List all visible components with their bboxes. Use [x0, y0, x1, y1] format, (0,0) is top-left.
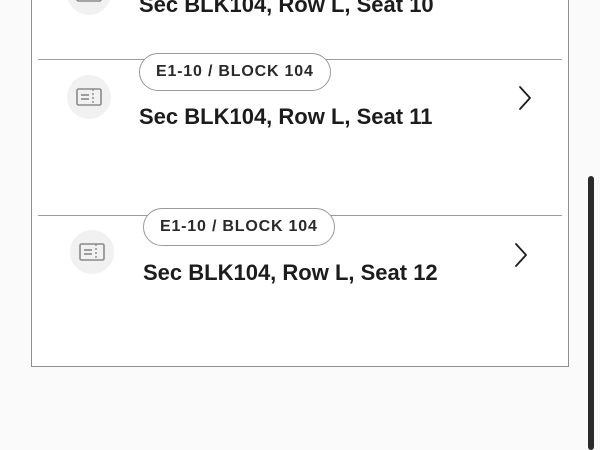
chevron-right-icon[interactable]: [514, 242, 528, 268]
ticket-list: Sec BLK104, Row L, Seat 10 E1-10 / BLOCK…: [31, 0, 569, 367]
ticket-row-seat-10[interactable]: Sec BLK104, Row L, Seat 10: [32, 0, 568, 60]
ticket-row-seat-12[interactable]: E1-10 / BLOCK 104 Sec BLK104, Row L, Sea…: [32, 208, 568, 367]
block-badge: E1-10 / BLOCK 104: [139, 53, 331, 91]
ticket-icon: [67, 75, 111, 119]
seat-label: Sec BLK104, Row L, Seat 10: [139, 0, 434, 17]
ticket-icon: [67, 0, 111, 15]
block-badge: E1-10 / BLOCK 104: [143, 208, 335, 246]
chevron-right-icon[interactable]: [518, 85, 532, 111]
ticket-row-seat-11[interactable]: E1-10 / BLOCK 104 Sec BLK104, Row L, Sea…: [32, 53, 568, 216]
vertical-scrollbar[interactable]: [588, 176, 594, 450]
ticket-icon: [70, 230, 114, 274]
seat-label: Sec BLK104, Row L, Seat 12: [143, 260, 438, 285]
seat-label: Sec BLK104, Row L, Seat 11: [139, 104, 433, 129]
